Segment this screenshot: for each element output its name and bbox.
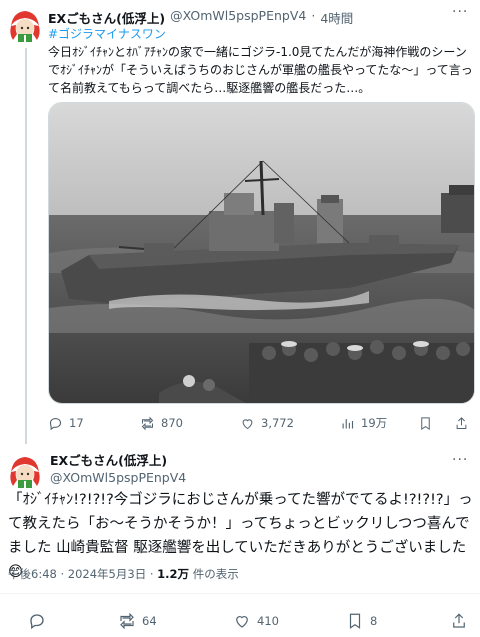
more-options-icon[interactable]: ···: [452, 4, 468, 20]
bookmark-icon: [349, 613, 361, 629]
like-button[interactable]: 410: [233, 612, 279, 630]
thread-line: [25, 48, 27, 444]
more-options-icon[interactable]: ···: [452, 452, 468, 468]
bookmark-button[interactable]: [418, 416, 433, 431]
like-count: 410: [257, 614, 279, 628]
handle[interactable]: @XOmWl5pspPEnpV4: [50, 469, 186, 486]
reply-action-bar: 17 870 3,772 19万: [48, 414, 474, 432]
avatar[interactable]: [5, 450, 45, 490]
reply-button[interactable]: 17: [48, 416, 84, 431]
reply-button[interactable]: [28, 612, 46, 630]
heart-icon: [236, 616, 248, 628]
bookmark-icon: [421, 416, 430, 430]
repost-count: 64: [142, 614, 157, 628]
like-count: 3,772: [261, 416, 294, 430]
share-button[interactable]: [450, 612, 468, 630]
repost-button[interactable]: 870: [140, 416, 183, 431]
repost-icon: [141, 416, 154, 430]
main-action-bar: 64 410 8: [0, 612, 480, 630]
views-count: 19万: [361, 416, 388, 430]
share-icon: [453, 613, 465, 628]
reply-icon: [30, 614, 44, 630]
tweet-timestamp[interactable]: 午後6:48 · 2024年5月3日 ·: [8, 567, 157, 581]
views-button[interactable]: 19万: [340, 415, 387, 431]
destroyer-photo: [49, 103, 474, 403]
reply-body: 今日ｵｼﾞｲﾁｬﾝとｵﾊﾞｱﾁｬﾝの家で一緒にゴジラ-1.0見てたんだが海神作戦…: [48, 45, 473, 95]
tweet-image[interactable]: [48, 102, 475, 404]
repost-button[interactable]: 64: [118, 612, 157, 630]
reply-count: 17: [69, 416, 84, 430]
heart-icon: [242, 418, 253, 429]
bookmark-count: 8: [370, 614, 378, 628]
tweet-meta: 午後6:48 · 2024年5月3日 · 1.2万 件の表示: [8, 566, 239, 582]
like-button[interactable]: 3,772: [240, 416, 294, 431]
reply-text: #ゴジラマイナスワン 今日ｵｼﾞｲﾁｬﾝとｵﾊﾞｱﾁｬﾝの家で一緒にゴジラ-1.…: [48, 25, 474, 97]
view-count: 1.2万: [157, 567, 190, 581]
hashtag-link[interactable]: #ゴジラマイナスワン: [48, 25, 474, 43]
share-button[interactable]: [454, 416, 469, 431]
view-label: 件の表示: [189, 567, 239, 581]
main-header: EXごもさん(低浮上) @XOmWl5pspPEnpV4: [50, 452, 186, 486]
share-icon: [456, 416, 467, 429]
reply-icon: [49, 417, 62, 430]
repost-count: 870: [161, 416, 183, 430]
bookmark-button[interactable]: 8: [346, 612, 377, 630]
avatar[interactable]: [5, 4, 45, 44]
repost-icon: [120, 612, 134, 630]
divider: [0, 593, 480, 594]
display-name[interactable]: EXごもさん(低浮上): [50, 452, 186, 469]
views-chart-icon: [342, 418, 354, 428]
